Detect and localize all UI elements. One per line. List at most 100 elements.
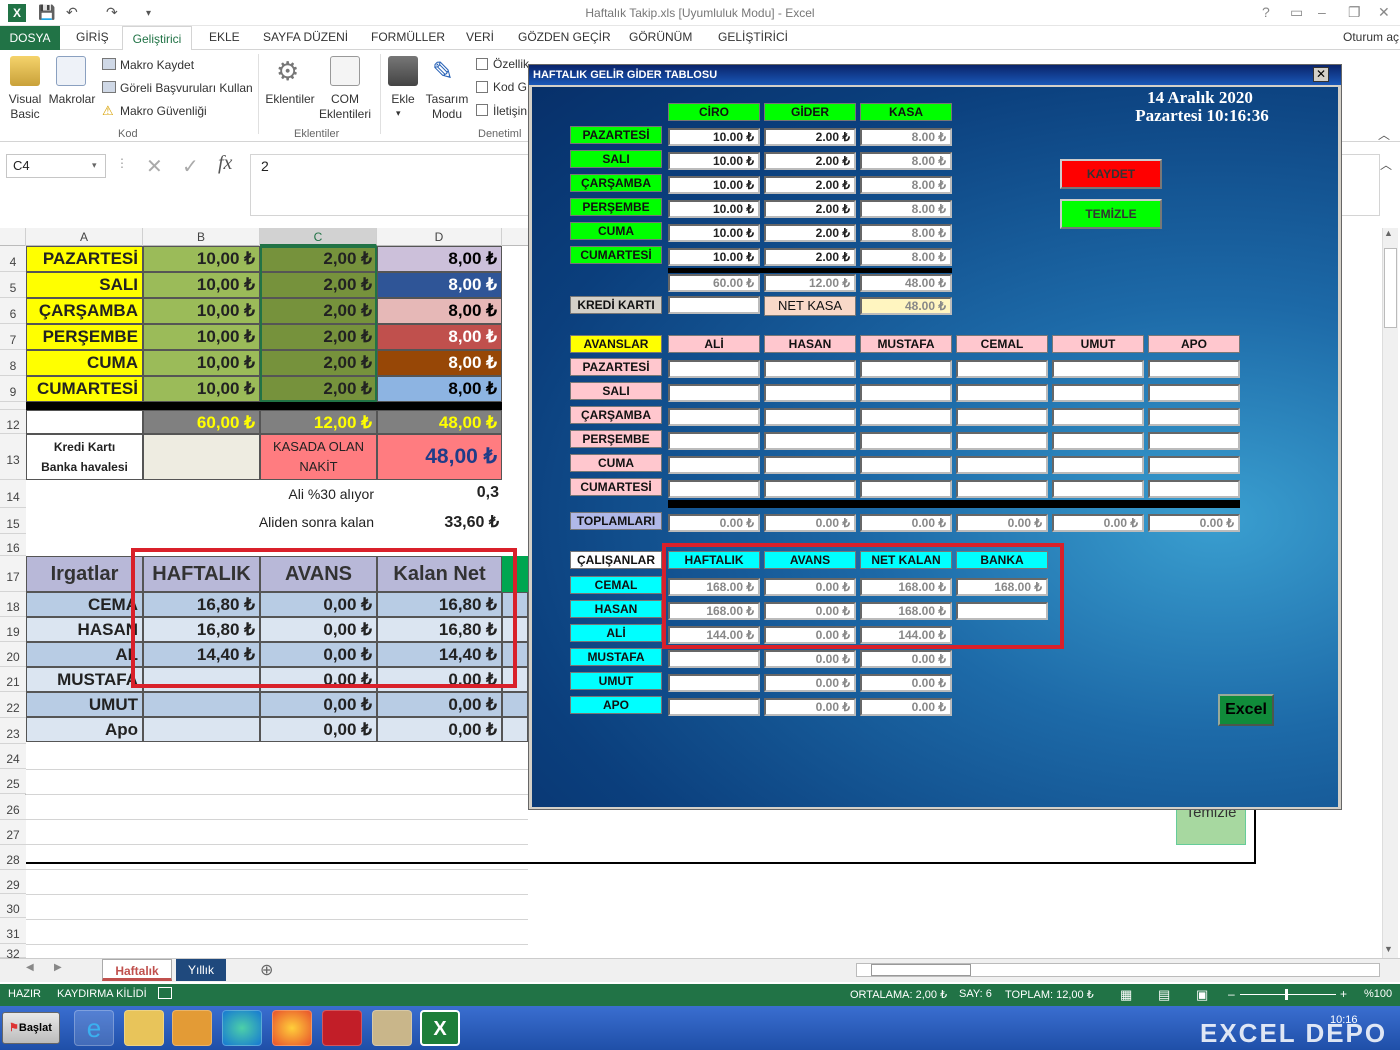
irgat-haftalik[interactable]: [143, 692, 260, 717]
gider-cell[interactable]: 2,00 ₺: [260, 324, 377, 350]
grid-line: [26, 894, 528, 895]
vertical-scrollbar[interactable]: ▲ ▼: [1382, 228, 1398, 958]
irgat-net[interactable]: 0,00 ₺: [377, 717, 502, 742]
kasada-label: KASADA OLAN NAKİT: [260, 434, 377, 480]
normal-view-icon[interactable]: ▦: [1120, 987, 1132, 1003]
scroll-thumb[interactable]: [871, 964, 971, 976]
aliden-value[interactable]: 33,60 ₺: [377, 512, 499, 532]
folder-icon[interactable]: [124, 1010, 164, 1046]
irgat-net[interactable]: 0,00 ₺: [377, 692, 502, 717]
windows-flag-icon: ⚑: [9, 1022, 19, 1034]
gider-cell[interactable]: 2,00 ₺: [260, 246, 377, 272]
day-cell[interactable]: CUMA: [26, 350, 143, 376]
scroll-thumb[interactable]: [1384, 248, 1397, 328]
media-player-icon[interactable]: [172, 1010, 212, 1046]
kasa-cell[interactable]: 8,00 ₺: [377, 246, 502, 272]
truncated-cell: [502, 717, 528, 742]
scroll-down-icon[interactable]: ▼: [1384, 944, 1393, 954]
sign-in-link[interactable]: Oturum aç: [1343, 30, 1399, 44]
kasa-cell[interactable]: 8,00 ₺: [377, 376, 502, 402]
kredi-value-cell[interactable]: [143, 434, 260, 480]
taskbar: ⚑Başlat e X 10:16 EXCEL DEPO: [0, 1006, 1400, 1050]
sheet-tab-yillik[interactable]: Yıllık: [176, 959, 226, 981]
total-gider[interactable]: 12,00 ₺: [260, 410, 377, 434]
scroll-up-icon[interactable]: ▲: [1384, 228, 1393, 238]
sheet-border-line: [26, 862, 1256, 864]
gider-cell[interactable]: 2,00 ₺: [260, 272, 377, 298]
prev-sheet-icon[interactable]: ◀: [26, 962, 34, 973]
grid-line: [26, 844, 528, 845]
page-layout-icon[interactable]: ▤: [1158, 987, 1170, 1003]
ciro-cell[interactable]: 10,00 ₺: [143, 350, 260, 376]
status-sum: TOPLAM: 12,00 ₺: [1005, 989, 1094, 1001]
next-sheet-icon[interactable]: ▶: [54, 962, 62, 973]
empty-cell[interactable]: [26, 410, 143, 434]
day-cell[interactable]: PERŞEMBE: [26, 324, 143, 350]
day-cell[interactable]: CUMARTESİ: [26, 376, 143, 402]
kasa-cell[interactable]: 8,00 ₺: [377, 272, 502, 298]
gider-cell[interactable]: 2,00 ₺: [260, 298, 377, 324]
zoom-slider[interactable]: [1240, 994, 1336, 995]
page-break-icon[interactable]: ▣: [1196, 987, 1208, 1003]
zoom-level[interactable]: %100: [1364, 988, 1392, 1000]
ciro-cell[interactable]: 10,00 ₺: [143, 246, 260, 272]
zoom-out-icon[interactable]: –: [1228, 987, 1235, 1001]
irgat-name[interactable]: HASAN: [26, 617, 143, 642]
day-cell[interactable]: PAZARTESİ: [26, 246, 143, 272]
black-divider: [26, 402, 502, 410]
kredi-banka-label: Kredi Kartı Banka havalesi: [26, 434, 143, 480]
ie-icon[interactable]: e: [74, 1010, 114, 1046]
ciro-cell[interactable]: 10,00 ₺: [143, 272, 260, 298]
userform-body: [532, 87, 1338, 807]
irgat-name[interactable]: MUSTAFA: [26, 667, 143, 692]
irgat-name[interactable]: AL: [26, 642, 143, 667]
irgat-name[interactable]: CEMA: [26, 592, 143, 617]
total-kasa[interactable]: 48,00 ₺: [377, 410, 502, 434]
tab-developer[interactable]: GELİŞTİRİCİ: [718, 30, 788, 44]
ciro-cell[interactable]: 10,00 ₺: [143, 298, 260, 324]
firefox-icon[interactable]: [272, 1010, 312, 1046]
kasa-cell[interactable]: 8,00 ₺: [377, 298, 502, 324]
app-icon[interactable]: [322, 1010, 362, 1046]
ciro-cell[interactable]: 10,00 ₺: [143, 324, 260, 350]
horizontal-scrollbar[interactable]: [856, 963, 1380, 977]
kasa-cell[interactable]: 8,00 ₺: [377, 350, 502, 376]
paint-icon[interactable]: [372, 1010, 412, 1046]
minimize-icon[interactable]: –: [1318, 4, 1326, 20]
irgat-name[interactable]: UMUT: [26, 692, 143, 717]
irgat-name[interactable]: Apo: [26, 717, 143, 742]
excel-taskbar-icon[interactable]: X: [420, 1010, 460, 1046]
ali-value[interactable]: 0,3: [377, 484, 499, 502]
edge-icon[interactable]: [222, 1010, 262, 1046]
tab-view[interactable]: GÖRÜNÜM: [629, 30, 692, 44]
tab-review[interactable]: GÖZDEN GEÇİR: [518, 30, 611, 44]
gider-cell[interactable]: 2,00 ₺: [260, 376, 377, 402]
sheet-tab-haftalik[interactable]: Haftalık: [102, 959, 172, 981]
sheet-clear-button[interactable]: Temizle: [1176, 805, 1246, 845]
zoom-in-icon[interactable]: +: [1340, 987, 1347, 1001]
kasada-value[interactable]: 48,00 ₺: [377, 434, 502, 480]
day-cell[interactable]: SALI: [26, 272, 143, 298]
close-icon[interactable]: ✕: [1313, 67, 1329, 82]
add-sheet-icon[interactable]: ⊕: [260, 960, 273, 980]
ribbon-display-icon[interactable]: ▭: [1290, 4, 1303, 21]
total-ciro[interactable]: 60,00 ₺: [143, 410, 260, 434]
ciro-cell[interactable]: 10,00 ₺: [143, 376, 260, 402]
restore-icon[interactable]: ❐: [1348, 4, 1361, 21]
gider-cell[interactable]: 2,00 ₺: [260, 350, 377, 376]
day-cell[interactable]: ÇARŞAMBA: [26, 298, 143, 324]
zoom-slider-thumb[interactable]: [1285, 989, 1288, 1000]
irgat-avans[interactable]: 0,00 ₺: [260, 717, 377, 742]
window-title: Haftalık Takip.xls [Uyumluluk Modu] - Ex…: [585, 6, 815, 20]
collapse-formula-icon[interactable]: ︿: [1380, 156, 1392, 173]
collapse-ribbon-icon[interactable]: ︿: [1378, 126, 1390, 143]
watermark-logo: EXCEL DEPO: [1200, 1018, 1388, 1048]
help-icon[interactable]: ?: [1262, 4, 1270, 20]
start-button[interactable]: ⚑Başlat: [2, 1012, 60, 1044]
start-label: Başlat: [18, 1022, 52, 1034]
irgat-avans[interactable]: 0,00 ₺: [260, 692, 377, 717]
kasa-cell[interactable]: 8,00 ₺: [377, 324, 502, 350]
close-icon[interactable]: ✕: [1378, 4, 1390, 21]
irgat-haftalik[interactable]: [143, 717, 260, 742]
macro-record-icon[interactable]: [158, 987, 172, 999]
